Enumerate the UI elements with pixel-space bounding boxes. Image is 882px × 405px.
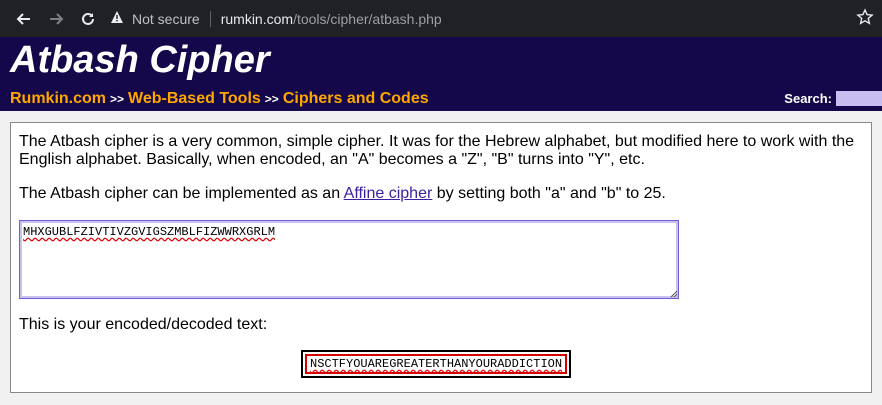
intro-paragraph: The Atbash cipher is a very common, simp… [19,133,855,168]
url-host: rumkin.com [220,10,294,27]
content-card: The Atbash cipher is a very common, simp… [10,122,872,393]
breadcrumb-ciphers[interactable]: Ciphers and Codes [283,90,429,107]
breadcrumb-separator: >> [110,92,125,106]
resize-handle-icon[interactable] [670,290,678,298]
site-header: Atbash Cipher Rumkin.com >> Web-Based Tool… [0,37,882,111]
reload-icon [82,12,94,25]
search-input[interactable] [836,91,882,106]
affine-suffix: by setting both "a" and "b" to 25. [432,185,666,202]
cipher-output: NSCTFYOUAREGREATERTHANYOURADDICTION [305,354,568,374]
page-title: Atbash Cipher [10,39,270,81]
back-button[interactable] [8,3,40,35]
breadcrumb: Rumkin.com >> Web-Based Tools >> Ciphers and… [10,90,429,108]
reload-button[interactable] [72,3,104,35]
breadcrumb-rumkin[interactable]: Rumkin.com [10,90,106,107]
address-divider [209,10,211,27]
affine-cipher-link[interactable]: Affine cipher [344,185,433,202]
address-bar[interactable]: Not secure rumkin.com/tools/cipher/atbas… [110,10,442,27]
search-label: Search: [784,91,832,106]
breadcrumb-separator: >> [264,92,279,106]
warning-icon [110,10,124,27]
security-label[interactable]: Not secure [132,11,200,27]
affine-paragraph: The Atbash cipher can be implemented as … [19,185,666,203]
arrow-left-icon [16,12,30,25]
search-area: Search: [784,91,882,106]
forward-button[interactable] [40,3,72,35]
bookmark-star-icon[interactable] [856,8,874,31]
browser-toolbar: Not secure rumkin.com/tools/cipher/atbas… [0,0,882,37]
url-path: /tools/cipher/atbash.php [293,10,442,27]
cipher-input[interactable]: MHXGUBLFZIVTIVZGVIGSZMBLFIZWWRXGRLM [19,220,679,299]
arrow-right-icon [50,12,64,25]
result-label: This is your encoded/decoded text: [19,316,268,333]
breadcrumb-web-tools[interactable]: Web-Based Tools [128,90,261,107]
affine-prefix: The Atbash cipher can be implemented as … [19,185,344,202]
output-frame: NSCTFYOUAREGREATERTHANYOURADDICTION [301,350,572,378]
